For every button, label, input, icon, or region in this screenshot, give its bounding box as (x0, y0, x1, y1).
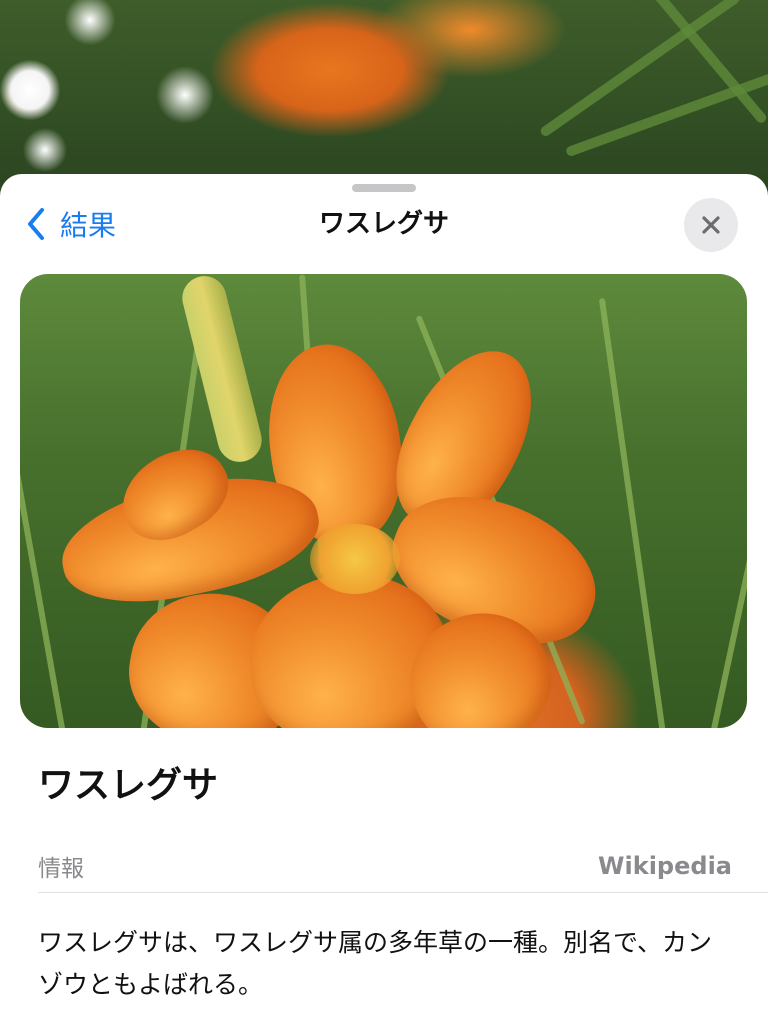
back-button[interactable]: 結果 (22, 204, 116, 244)
divider (38, 892, 768, 893)
info-row: 情報 Wikipedia (38, 846, 732, 886)
grass-blade (20, 319, 66, 728)
back-button-label: 結果 (60, 209, 117, 242)
close-icon (702, 216, 720, 234)
hero-image[interactable] (20, 274, 747, 728)
grass-blade (710, 342, 747, 728)
sheet-grabber[interactable] (352, 184, 416, 192)
close-button[interactable] (684, 198, 738, 252)
description-text: ワスレグサは、ワスレグサ属の多年草の一種。別名で、カンゾウともよばれる。 (38, 928, 713, 999)
background-photo (0, 0, 768, 200)
bottom-sheet: 結果 ワスレグサ ワスレグサ 情報 Wikipedia ワスレグサは、ワスレグサ… (0, 174, 768, 1024)
background-leaf (538, 0, 742, 138)
screen: 結果 ワスレグサ ワスレグサ 情報 Wikipedia ワスレグサは、ワスレグサ… (0, 0, 768, 1024)
flower-center (310, 524, 400, 594)
wikipedia-link[interactable]: Wikipedia (598, 852, 732, 880)
info-section-label: 情報 (38, 856, 84, 882)
page-heading: ワスレグサ (38, 765, 219, 806)
chevron-left-icon (28, 208, 44, 240)
grass-blade (598, 297, 666, 728)
